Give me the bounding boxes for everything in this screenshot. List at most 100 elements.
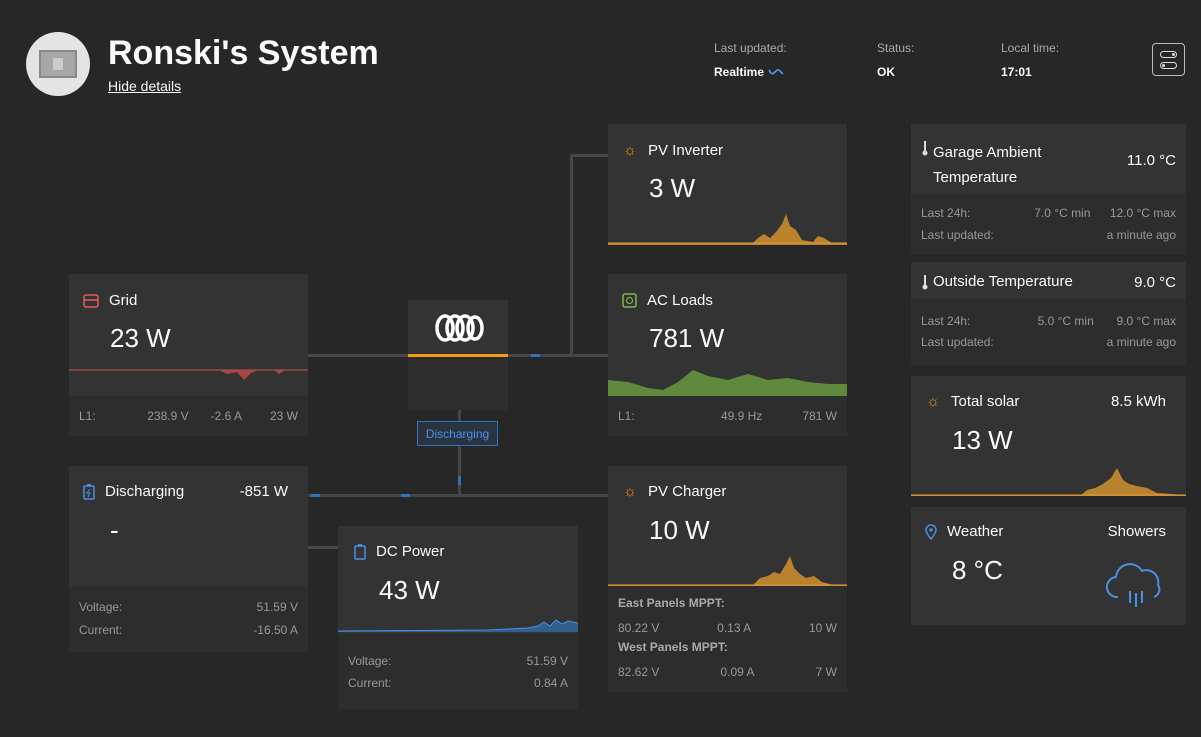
battery-current: -16.50 A <box>253 622 298 637</box>
sun-icon: ☼ <box>926 393 940 410</box>
system-avatar <box>26 32 90 96</box>
pv-charger-card[interactable]: ☼ PV Charger 10 W East Panels MPPT: 80.2… <box>608 466 847 692</box>
last-updated-block: Last updated: Realtime <box>714 41 787 79</box>
weather-title: Weather <box>947 523 1004 540</box>
status-value: OK <box>877 65 895 79</box>
outside-temp-value: 9.0 °C <box>1134 274 1176 291</box>
rain-cloud-icon <box>1106 563 1161 607</box>
dc-power-sparkline <box>338 619 578 632</box>
pv-inverter-card[interactable]: ☼ PV Inverter 3 W <box>608 124 847 245</box>
east-watts: 10 W <box>808 621 837 635</box>
ac-loads-card[interactable]: AC Loads 781 W L1: 49.9 Hz 781 W <box>608 274 847 436</box>
dc-power-card[interactable]: DC Power 43 W Voltage: 51.59 V Current: 0.… <box>338 526 578 709</box>
ac-loads-power: 781 W <box>649 323 725 353</box>
outside-temp-card[interactable]: Outside Temperature 9.0 °C Last 24h: 5.0 … <box>911 262 1186 365</box>
west-voltage: 82.62 V <box>618 665 660 679</box>
ac-freq: 49.9 Hz <box>720 409 763 423</box>
grid-watts: 23 W <box>269 409 298 423</box>
garage-24h-label: Last 24h: <box>921 206 971 220</box>
ac-l1-label: L1: <box>618 409 635 423</box>
pv-inverter-connector-v <box>570 154 573 357</box>
garage-temp-value: 11.0 °C <box>1126 152 1176 169</box>
dc-power-title: DC Power <box>376 543 445 560</box>
local-time-block: Local time: 17:01 <box>1001 41 1059 79</box>
battery-current-label: Current: <box>79 622 123 637</box>
settings-toggle-button[interactable] <box>1152 43 1185 76</box>
pv-charger-title: PV Charger <box>648 483 727 500</box>
outside-24h-label: Last 24h: <box>921 313 971 328</box>
inverter-lower <box>408 357 508 410</box>
dc-voltage-label: Voltage: <box>348 654 392 668</box>
dc-power-connector <box>308 546 338 549</box>
dc-power-value: 43 W <box>379 575 440 605</box>
sun-icon: ☼ <box>623 142 637 159</box>
page-title: Ronski's System <box>108 34 379 72</box>
device-image <box>39 50 77 78</box>
toggle-icon <box>1160 50 1177 58</box>
dc-voltage: 51.59 V <box>526 654 568 668</box>
solar-sparkline <box>911 468 1186 496</box>
outside-min: 5.0 °C min <box>1037 313 1094 328</box>
flow-dot <box>401 494 410 497</box>
status-block: Status: OK <box>877 41 914 79</box>
ac-loads-title: AC Loads <box>647 292 713 309</box>
inverter-state-badge: Discharging <box>417 421 498 446</box>
battery-icon <box>354 543 366 560</box>
pv-inverter-power: 3 W <box>649 173 696 203</box>
east-mppt-label: East Panels MPPT: <box>618 596 725 610</box>
battery-title: Discharging <box>105 483 185 500</box>
dc-current-label: Current: <box>348 676 392 690</box>
garage-title-2: Temperature <box>933 169 1018 186</box>
flow-dot <box>311 494 320 497</box>
grid-voltage: 238.9 V <box>147 409 189 423</box>
east-current: 0.13 A <box>717 621 752 635</box>
thermometer-icon <box>922 274 928 289</box>
grid-title: Grid <box>109 292 138 309</box>
pv-charger-power: 10 W <box>649 515 710 545</box>
toggle-icon <box>1160 61 1177 69</box>
flow-dot <box>531 354 540 357</box>
thermometer-icon <box>922 141 928 156</box>
outside-title: Outside Temperature <box>933 273 1073 290</box>
ac-loads-sparkline <box>608 370 847 396</box>
battery-voltage-label: Voltage: <box>79 599 123 614</box>
battery-voltage: 51.59 V <box>256 599 298 614</box>
grid-sparkline <box>69 369 308 380</box>
garage-updated: a minute ago <box>1106 228 1176 242</box>
solar-energy: 8.5 kWh <box>1110 393 1166 410</box>
outside-max: 9.0 °C max <box>1116 313 1176 328</box>
location-pin-icon <box>925 523 937 540</box>
local-time-label: Local time: <box>1001 41 1060 55</box>
west-mppt-label: West Panels MPPT: <box>618 640 728 654</box>
ac-watts: 781 W <box>802 409 837 423</box>
local-time-value: 17:01 <box>1001 65 1032 79</box>
solar-power: 13 W <box>952 425 1013 455</box>
pv-inverter-connector-h <box>570 154 608 157</box>
garage-max: 12.0 °C max <box>1109 206 1176 220</box>
solar-title: Total solar <box>951 393 1020 410</box>
inverter-card[interactable] <box>408 300 508 410</box>
last-updated-label: Last updated: <box>714 41 787 55</box>
dc-bus-connector-h <box>308 494 608 497</box>
grid-card[interactable]: Grid 23 W L1: 238.9 V -2.6 A 23 W <box>69 274 308 436</box>
grid-l1-label: L1: <box>79 409 96 423</box>
last-updated-value: Realtime <box>714 65 765 79</box>
battery-soc: - <box>110 515 119 545</box>
total-solar-card[interactable]: ☼ Total solar 8.5 kWh 13 W <box>911 376 1186 496</box>
victron-logo-icon <box>435 314 484 342</box>
garage-temp-card[interactable]: Garage Ambient Temperature 11.0 °C Last 2… <box>911 124 1186 255</box>
outside-updated-label: Last updated: <box>921 334 994 349</box>
garage-updated-label: Last updated: <box>921 228 994 242</box>
garage-min: 7.0 °C min <box>1034 206 1091 220</box>
grid-power: 23 W <box>110 323 171 353</box>
pv-charger-sparkline <box>608 556 847 586</box>
east-voltage: 80.22 V <box>618 621 660 635</box>
hide-details-link[interactable]: Hide details <box>108 78 181 94</box>
weather-temp: 8 °C <box>952 555 1003 585</box>
flow-dot <box>458 476 461 485</box>
battery-card[interactable]: Discharging -851 W - Voltage: 51.59 V Cur… <box>69 466 308 652</box>
grid-icon <box>83 293 99 308</box>
dc-current: 0.84 A <box>533 676 568 690</box>
battery-icon <box>83 483 95 500</box>
weather-card[interactable]: Weather Showers 8 °C <box>911 507 1186 625</box>
